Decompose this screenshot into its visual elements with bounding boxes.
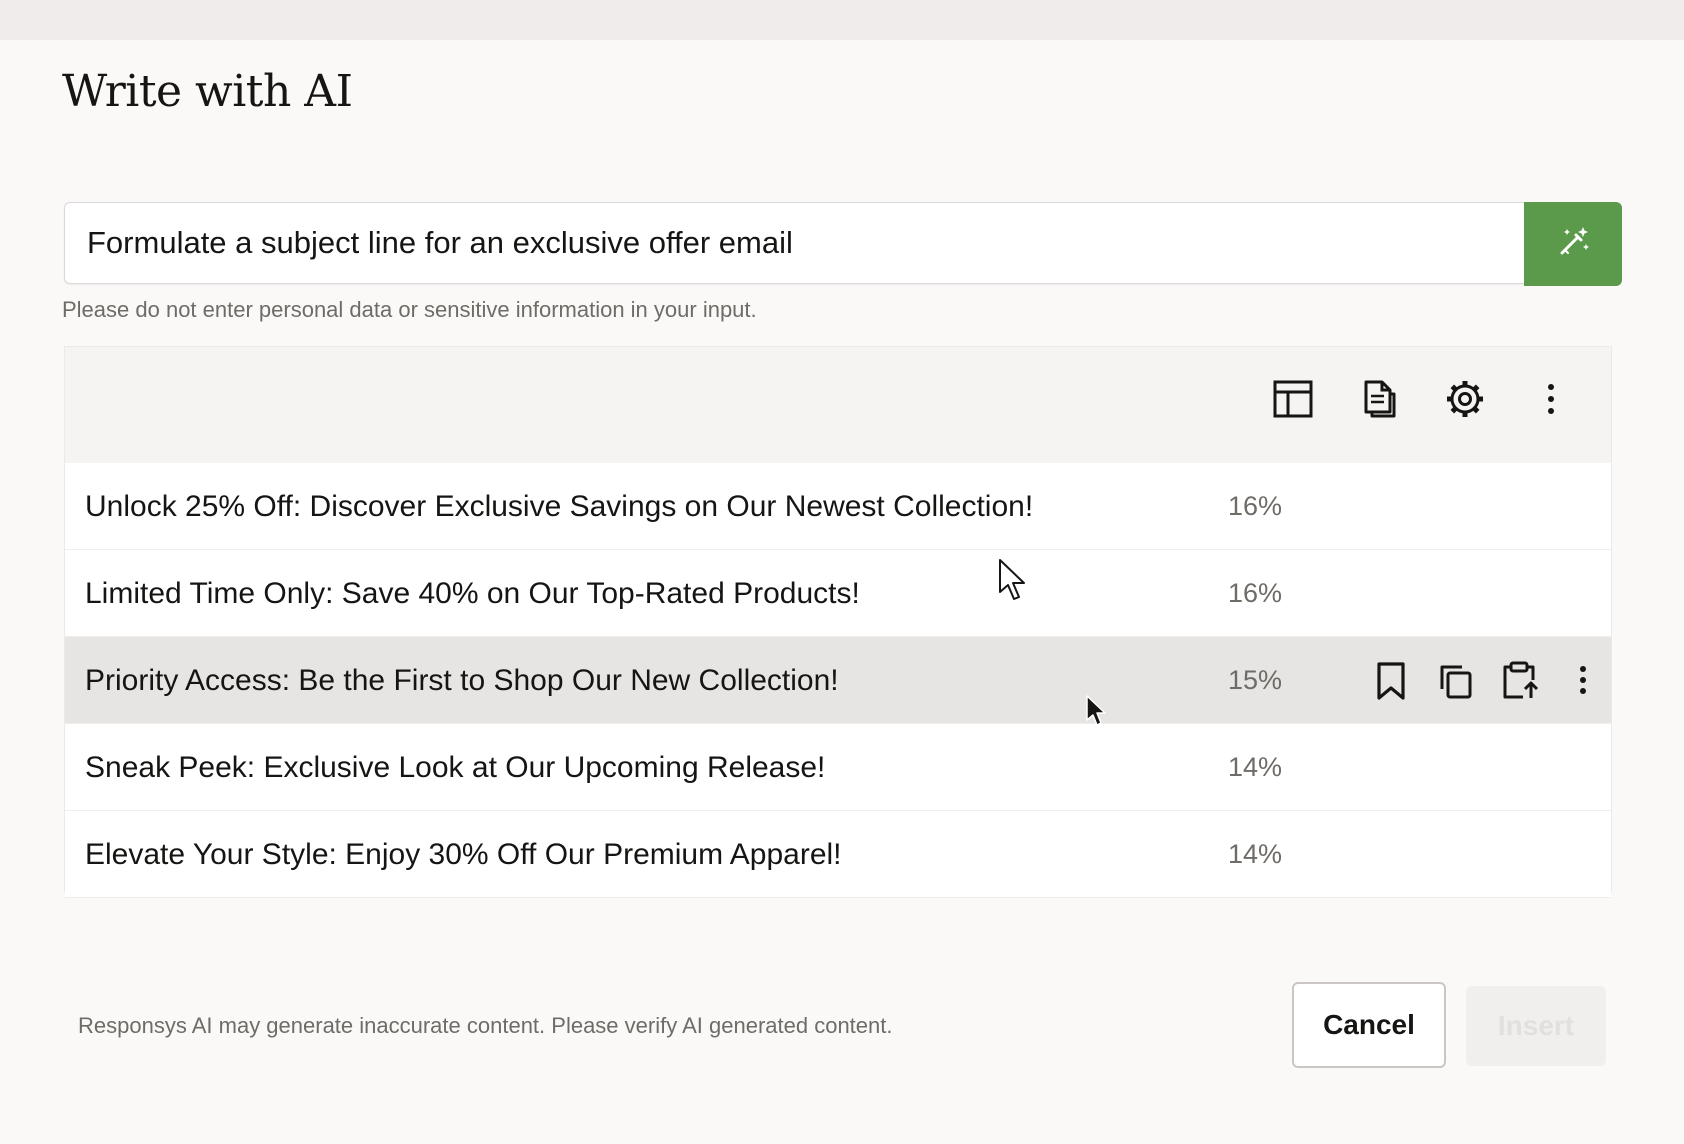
result-text: Sneak Peek: Exclusive Look at Our Upcomi…: [85, 751, 826, 784]
insert-button[interactable]: Insert: [1466, 986, 1606, 1066]
result-row[interactable]: Limited Time Only: Save 40% on Our Top-R…: [65, 550, 1611, 637]
cancel-button[interactable]: Cancel: [1292, 982, 1446, 1068]
top-band: [0, 0, 1684, 40]
more-vertical-icon[interactable]: [1529, 377, 1573, 421]
layout-icon[interactable]: [1271, 377, 1315, 421]
result-score: 15%: [1228, 665, 1283, 695]
dialog-title: Write with AI: [62, 66, 353, 117]
ai-disclaimer: Responsys AI may generate inaccurate con…: [78, 1013, 893, 1038]
magic-wand-icon: [1553, 222, 1593, 267]
result-score: 14%: [1228, 752, 1283, 782]
result-row[interactable]: Unlock 25% Off: Discover Exclusive Savin…: [65, 463, 1611, 550]
result-text: Limited Time Only: Save 40% on Our Top-R…: [85, 577, 860, 610]
result-text: Unlock 25% Off: Discover Exclusive Savin…: [85, 490, 1034, 523]
result-score: 14%: [1228, 839, 1283, 869]
result-row[interactable]: Elevate Your Style: Enjoy 30% Off Our Pr…: [65, 811, 1611, 898]
result-row[interactable]: Sneak Peek: Exclusive Look at Our Upcomi…: [65, 724, 1611, 811]
document-copy-icon[interactable]: [1357, 377, 1401, 421]
result-text: Elevate Your Style: Enjoy 30% Off Our Pr…: [85, 838, 842, 871]
results-list: Unlock 25% Off: Discover Exclusive Savin…: [65, 463, 1611, 898]
more-vertical-icon[interactable]: [1563, 659, 1603, 703]
results-panel: Unlock 25% Off: Discover Exclusive Savin…: [64, 346, 1612, 898]
result-row-active[interactable]: Priority Access: Be the First to Shop Ou…: [65, 637, 1611, 724]
generate-button[interactable]: [1524, 202, 1622, 286]
settings-gear-icon[interactable]: [1443, 377, 1487, 421]
bookmark-icon[interactable]: [1371, 659, 1411, 703]
result-score: 16%: [1228, 578, 1283, 608]
copy-icon[interactable]: [1435, 659, 1475, 703]
prompt-helper-text: Please do not enter personal data or sen…: [62, 297, 757, 322]
prompt-field-group: [64, 202, 1622, 288]
result-text: Priority Access: Be the First to Shop Ou…: [85, 664, 839, 697]
row-actions: [1371, 637, 1603, 724]
clipboard-insert-icon[interactable]: [1499, 659, 1539, 703]
results-toolbar: [1271, 377, 1573, 421]
prompt-input[interactable]: [64, 202, 1524, 284]
result-score: 16%: [1228, 491, 1283, 521]
